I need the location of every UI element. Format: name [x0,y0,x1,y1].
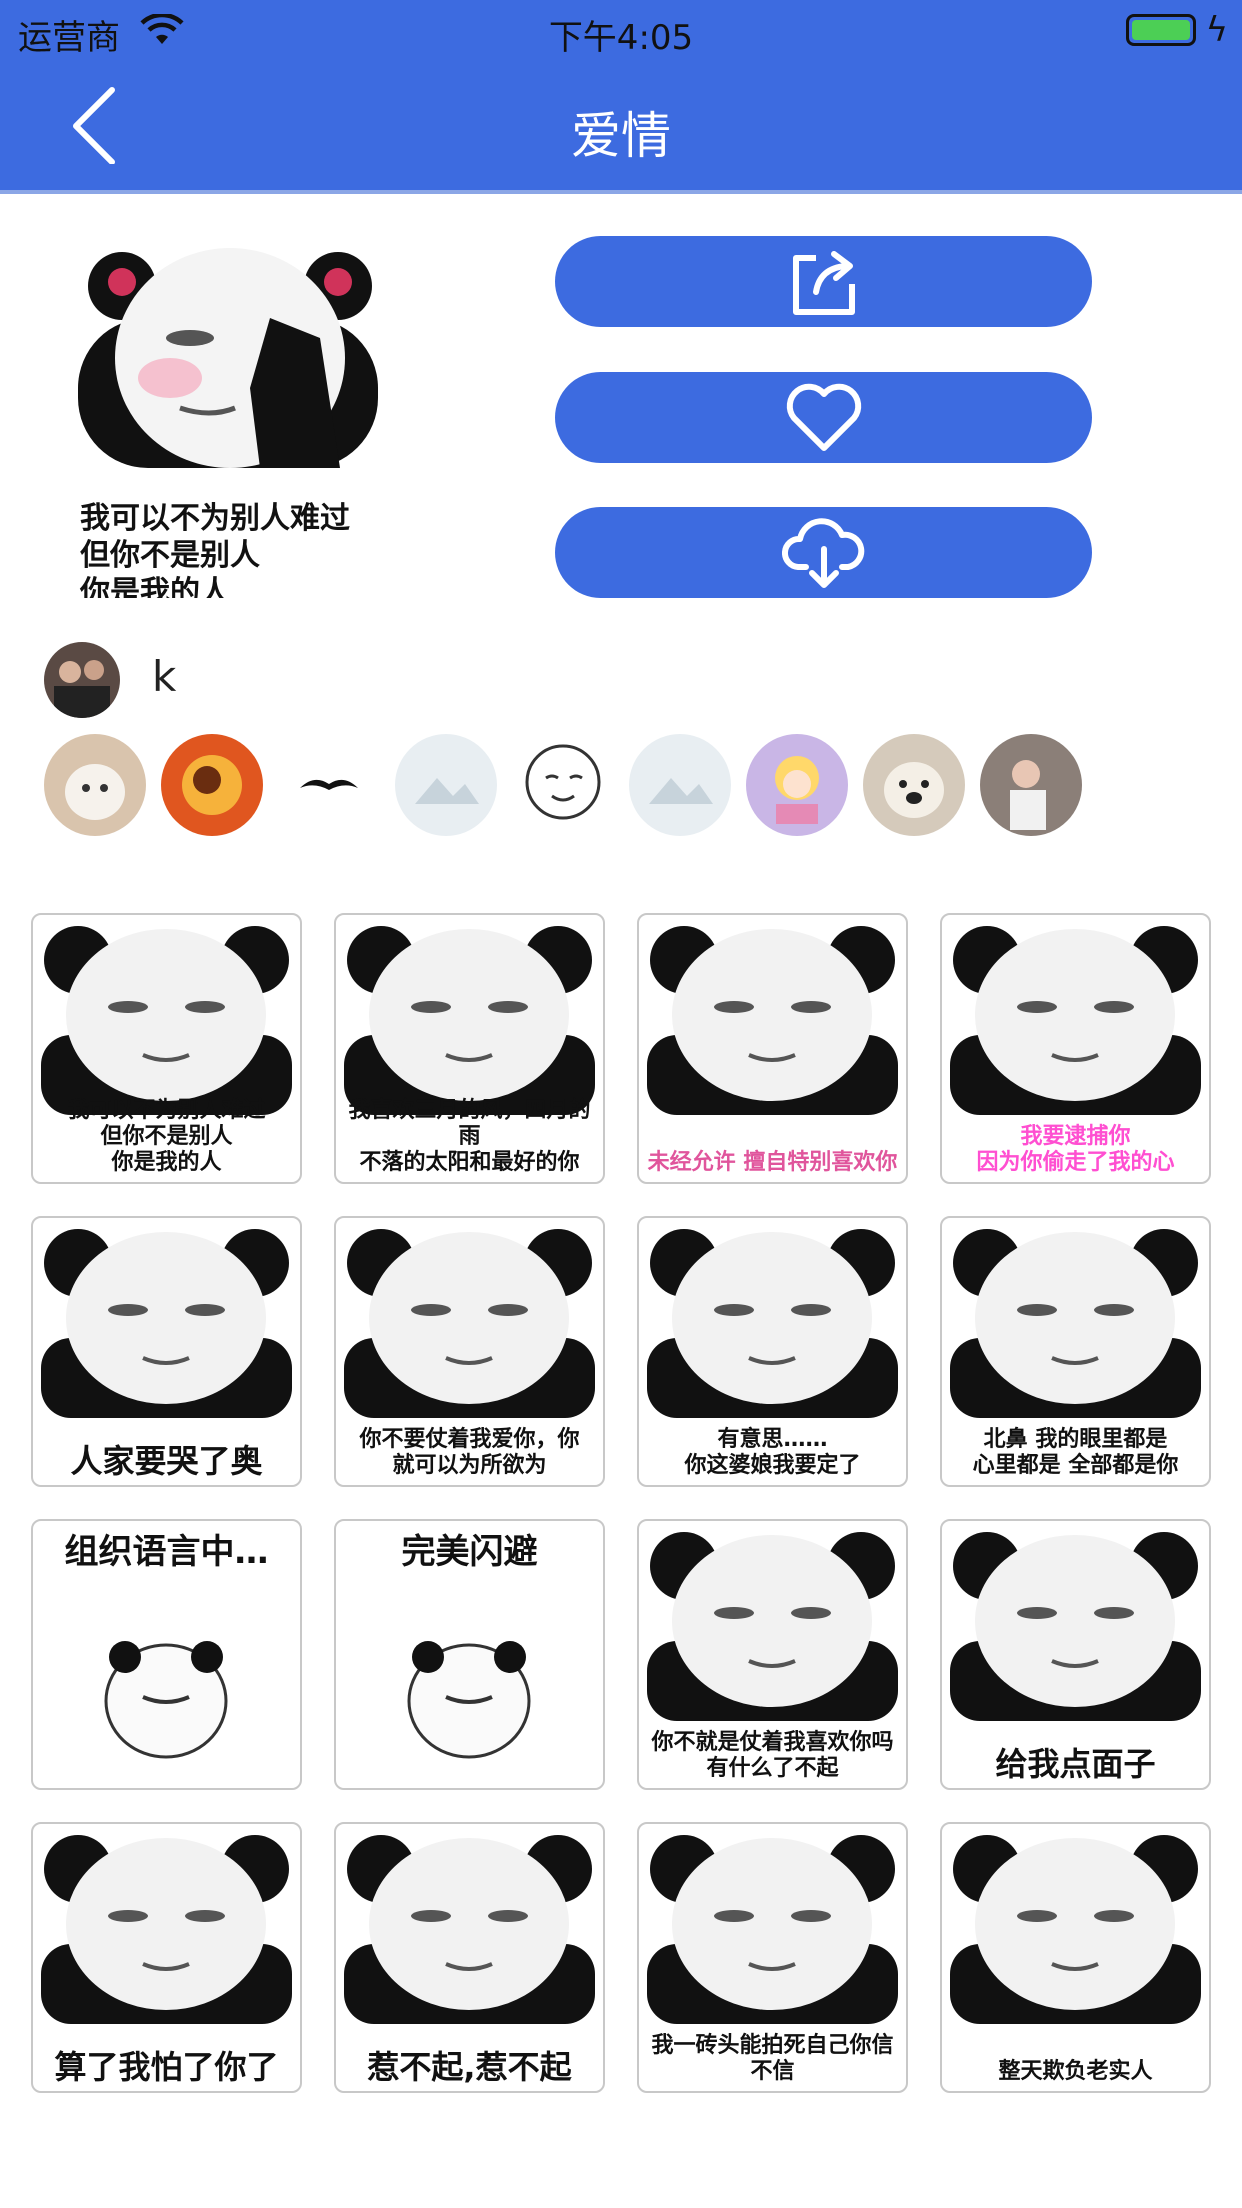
sticker-tile[interactable]: 给我点面子 [940,1519,1211,1790]
share-icon [792,250,855,315]
liker-avatar[interactable] [278,734,380,836]
sticker-caption: 整天欺负老实人 [998,2059,1153,2084]
sticker-caption: 北鼻 我的眼里都是 心里都是 全部都是你 [972,1427,1179,1478]
liker-avatar[interactable] [161,734,263,836]
sticker-caption: 算了我怕了你了 [54,2048,279,2086]
download-button[interactable] [555,507,1092,598]
sticker-caption: 我可以不为别人难过 但你不是别人 你是我的人 [67,1098,266,1175]
cloud-download-icon [781,517,864,588]
sticker-tile[interactable]: 北鼻 我的眼里都是 心里都是 全部都是你 [940,1216,1211,1487]
preview-caption-line-1: 我可以不为别人难过 [80,501,350,536]
liker-avatar[interactable] [629,734,731,836]
sticker-tile[interactable]: 我一砖头能拍死自己你信 不信 [637,1822,908,2093]
like-button[interactable] [555,372,1092,463]
sticker-tile[interactable]: 未经允许 擅自特别喜欢你 [637,913,908,1184]
liker-avatar[interactable] [44,734,146,836]
sticker-tile[interactable]: 你不就是仗着我喜欢你吗 有什么了不起 [637,1519,908,1790]
sticker-tile[interactable]: 整天欺负老实人 [940,1822,1211,2093]
sticker-caption: 组织语言中… [64,1532,269,1572]
sticker-caption: 人家要哭了奥 [70,1442,263,1480]
navigation-bar: 爱情 [0,62,1242,194]
panda-sticker-image [950,1835,1201,2024]
page-title: 爱情 [571,107,671,165]
sticker-tile[interactable]: 惹不起,惹不起 [334,1822,605,2093]
liker-avatar[interactable] [395,734,497,836]
sticker-tile[interactable]: 完美闪避 [334,1519,605,1790]
preview-caption-line-3: 你是我的人 [79,575,230,598]
sticker-caption: 我喜欢三月的风，四月的雨 不落的太阳和最好的你 [348,1098,591,1175]
sticker-preview: 我可以不为别人难过 但你不是别人 你是我的人 [70,238,390,610]
panda-sticker-image [647,926,898,1115]
charging-icon: ϟ [1205,10,1228,50]
sticker-tile[interactable]: 有意思…… 你这婆娘我要定了 [637,1216,908,1487]
sticker-tile[interactable]: 人家要哭了奥 [31,1216,302,1487]
sticker-tile[interactable]: 你不要仗着我爱你，你 就可以为所欲为 [334,1216,605,1487]
liker-avatar[interactable] [980,734,1082,836]
sticker-caption: 我一砖头能拍死自己你信 不信 [651,2033,894,2084]
sticker-caption: 我要逮捕你 因为你偷走了我的心 [976,1124,1175,1175]
sticker-caption: 未经允许 擅自特别喜欢你 [647,1150,898,1175]
sticker-tile[interactable]: 我可以不为别人难过 但你不是别人 你是我的人 [31,913,302,1184]
share-button[interactable] [555,236,1092,327]
status-bar: 运营商 下午4:05 ϟ [0,0,1242,62]
clock: 下午4:05 [548,18,694,58]
author-avatar[interactable] [44,642,120,718]
author-name[interactable]: k [152,652,176,701]
sticker-caption: 你不就是仗着我喜欢你吗 有什么了不起 [651,1730,894,1781]
sticker-caption: 给我点面子 [995,1745,1156,1783]
heart-icon [786,383,861,451]
sticker-tile[interactable]: 算了我怕了你了 [31,1822,302,2093]
sticker-tile[interactable]: 我要逮捕你 因为你偷走了我的心 [940,913,1211,1184]
sticker-tile[interactable]: 组织语言中… [31,1519,302,1790]
sticker-caption: 你不要仗着我爱你，你 就可以为所欲为 [359,1427,580,1478]
sticker-caption: 完美闪避 [401,1532,538,1572]
sticker-tile[interactable]: 我喜欢三月的风，四月的雨 不落的太阳和最好的你 [334,913,605,1184]
sticker-caption: 有意思…… 你这婆娘我要定了 [684,1427,861,1478]
liker-avatar[interactable] [746,734,848,836]
liker-avatar[interactable] [512,734,614,836]
sticker-caption: 惹不起,惹不起 [367,2048,572,2086]
battery-icon [1126,14,1196,46]
liker-avatar[interactable] [863,734,965,836]
panda-sticker-image: 我可以不为别人难过 但你不是别人 你是我的人 [78,248,378,610]
preview-caption-line-2: 但你不是别人 [80,538,260,573]
